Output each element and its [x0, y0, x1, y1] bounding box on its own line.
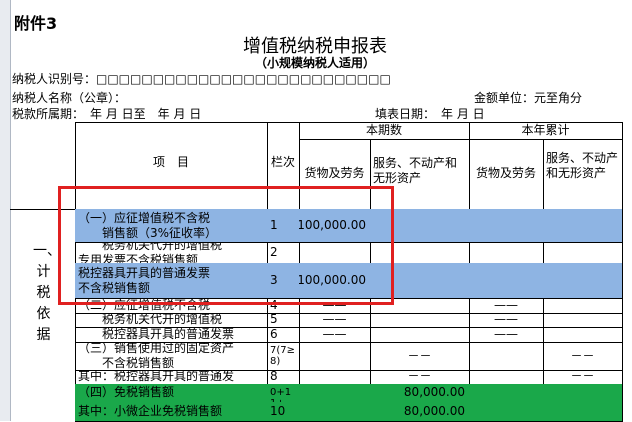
- section-tax-basis: 一、计税依据: [33, 243, 54, 343]
- header-current-period[interactable]: 本期数: [299, 122, 470, 140]
- row-10-services[interactable]: 80,000.00: [370, 402, 470, 422]
- cell-text: ——: [322, 327, 347, 341]
- unit-label: 金额单位：元至角分: [474, 91, 583, 105]
- row-9-goods-ytd[interactable]: [469, 384, 544, 403]
- row-5-goods[interactable]: ——: [299, 313, 371, 328]
- row-6-goods-ytd[interactable]: ——: [469, 327, 544, 343]
- row-8-line[interactable]: 8: [267, 370, 300, 385]
- cell-text: 80,000.00: [403, 385, 465, 399]
- row-7-services[interactable]: －－: [370, 342, 470, 371]
- row-9-services[interactable]: 80,000.00: [370, 384, 470, 403]
- row-8-services[interactable]: －－: [370, 370, 470, 385]
- row-9-goods[interactable]: [299, 384, 371, 403]
- cell-text: ——: [494, 313, 518, 326]
- row-6-services-ytd[interactable]: [543, 327, 623, 343]
- row-5-item[interactable]: 税务机关代开的增值税: [75, 313, 268, 328]
- row-10-services-ytd[interactable]: [543, 402, 623, 422]
- cell-text: （三）销售使用过的固定资产 不含税销售额: [78, 342, 235, 370]
- cell-text: －－: [570, 348, 595, 363]
- row-3-goods-ytd[interactable]: [469, 263, 544, 299]
- cell-text: ——: [494, 327, 518, 341]
- row-10-item[interactable]: 其中：小微企业免税销售额: [75, 402, 268, 422]
- row-1-services-ytd[interactable]: [543, 209, 623, 243]
- cell-text: 80,000.00: [403, 403, 465, 418]
- cell-text: 8: [270, 370, 278, 383]
- row-6-item[interactable]: 税控器具开具的普通发票: [75, 327, 268, 343]
- row-8-goods-ytd[interactable]: [469, 370, 544, 385]
- row-3-services-ytd[interactable]: [543, 263, 623, 299]
- red-annotation-box: [58, 186, 394, 305]
- row-4-services-ytd[interactable]: [543, 298, 623, 314]
- row-8-services-ytd[interactable]: －－: [543, 370, 623, 385]
- row-2-services-ytd[interactable]: [543, 242, 623, 264]
- row-5-services-ytd[interactable]: [543, 313, 623, 328]
- cell-text: 10: [270, 403, 286, 418]
- fill-date: 填表日期： 年 月 日: [375, 107, 485, 121]
- cell-text: ——: [322, 313, 347, 326]
- cell-text: 其中：小微企业免税销售额: [78, 403, 223, 418]
- row-7-services-ytd[interactable]: －－: [543, 342, 623, 371]
- form-subtitle: （小规模纳税人适用）: [255, 56, 376, 70]
- cell-text: 税务机关代开的增值税: [78, 313, 223, 326]
- taxpayer-id: 纳税人识别号：□□□□□□□□□□□□□□□□□□□□□□□□□□: [12, 72, 391, 86]
- row-10-goods-ytd[interactable]: [469, 402, 544, 422]
- row-5-services[interactable]: [370, 313, 470, 328]
- tax-period: 税款所属期： 年 月 日至 年 月 日: [12, 107, 202, 121]
- cell-text: －－: [407, 348, 432, 363]
- cell-text: 6: [270, 327, 278, 341]
- attachment-label: 附件3: [14, 14, 58, 33]
- row-4-goods-ytd[interactable]: ——: [469, 298, 544, 314]
- row-5-goods-ytd[interactable]: ——: [469, 313, 544, 328]
- row-6-goods[interactable]: ——: [299, 327, 371, 343]
- header-year-to-date[interactable]: 本年累计: [469, 122, 623, 140]
- cell-text: 9=10+11+: [270, 384, 292, 402]
- row-9-item[interactable]: （四）免税销售额: [75, 384, 268, 403]
- cell-text: －－: [407, 370, 432, 383]
- row-10-goods[interactable]: [299, 402, 371, 422]
- row-8-item[interactable]: 其中：税控器具开具的普通发: [75, 370, 268, 385]
- row-8-goods[interactable]: [299, 370, 371, 385]
- cell-text: －－: [570, 370, 595, 383]
- header-goods-ytd[interactable]: 货物及劳务: [469, 139, 544, 210]
- row-7-goods[interactable]: [299, 342, 371, 371]
- cell-text: 税控器具开具的普通发票: [78, 327, 235, 341]
- cell-text: 5: [270, 313, 278, 326]
- taxpayer-name: 纳税人名称（公章）：: [12, 91, 127, 105]
- row-9-services-ytd[interactable]: [543, 384, 623, 403]
- row-5-line[interactable]: 5: [267, 313, 300, 328]
- row-7-item[interactable]: （三）销售使用过的固定资产 不含税销售额: [75, 342, 268, 371]
- cell-text: 7(7≥8): [270, 345, 296, 367]
- cell-text: ——: [494, 298, 518, 312]
- row-9-line[interactable]: 9=10+11+: [267, 384, 300, 403]
- row-header-strip[interactable]: [0, 0, 11, 421]
- header-services-ytd[interactable]: 服务、不动产和无形资产: [543, 139, 623, 210]
- row-7-line[interactable]: 7(7≥8): [267, 342, 300, 371]
- cell-text: （四）免税销售额: [78, 385, 175, 399]
- cell-text: 其中：税控器具开具的普通发: [78, 370, 235, 383]
- row-2-goods-ytd[interactable]: [469, 242, 544, 264]
- row-6-services[interactable]: [370, 327, 470, 343]
- row-10-line[interactable]: 10: [267, 402, 300, 422]
- row-1-goods-ytd[interactable]: [469, 209, 544, 243]
- row-6-line[interactable]: 6: [267, 327, 300, 343]
- row-7-goods-ytd[interactable]: [469, 342, 544, 371]
